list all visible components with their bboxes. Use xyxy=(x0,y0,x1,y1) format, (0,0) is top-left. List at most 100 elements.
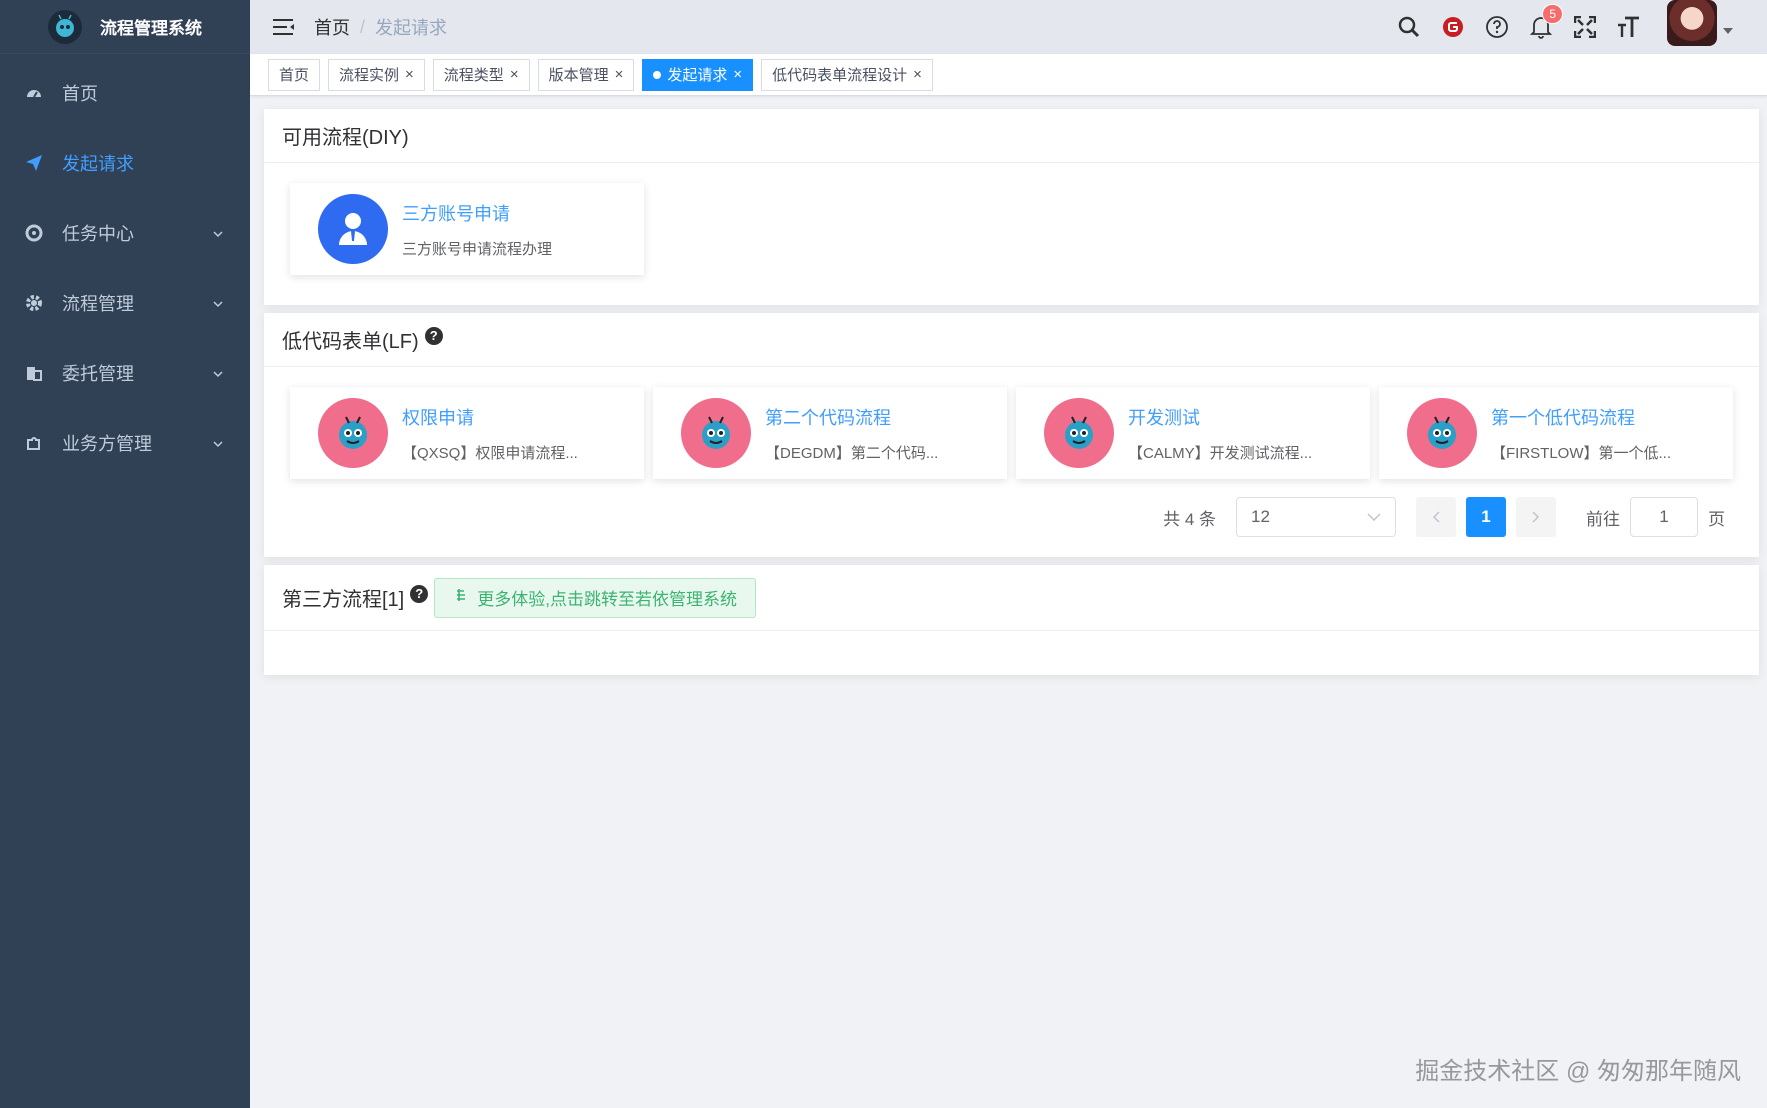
logo-icon xyxy=(48,9,82,44)
help-icon[interactable]: ? xyxy=(410,584,429,603)
chevron-down-icon xyxy=(212,224,224,245)
tag-start-request[interactable]: 发起请求 × xyxy=(642,58,754,91)
page-size-select[interactable]: 12 xyxy=(1236,497,1396,537)
active-dot-icon xyxy=(653,70,662,79)
tag-version-mgmt[interactable]: 版本管理 × xyxy=(537,58,635,91)
process-list: 三方账号申请 三方账号申请流程办理 xyxy=(290,183,1733,275)
tag-process-type[interactable]: 流程类型 × xyxy=(432,58,530,91)
third-party-section: 第三方流程[1] ? 更多体验,点击跳转至若依管理系统 xyxy=(264,565,1759,675)
section-title: 可用流程(DIY) xyxy=(264,109,1759,163)
sidebar-item-label: 委托管理 xyxy=(62,364,134,384)
close-icon[interactable]: × xyxy=(510,66,519,83)
page-size-value: 12 xyxy=(1251,507,1270,526)
tag-label: 首页 xyxy=(279,67,310,84)
chevron-down-icon xyxy=(212,364,224,385)
tag-label: 版本管理 xyxy=(548,67,609,84)
sidebar-item-delegate-mgmt[interactable]: 委托管理 xyxy=(0,338,250,408)
process-title: 开发测试 xyxy=(1128,407,1200,428)
goto-page-input[interactable]: 1 xyxy=(1630,497,1698,537)
breadcrumb-separator: / xyxy=(360,16,366,37)
process-title: 第二个代码流程 xyxy=(765,407,891,428)
process-desc: 【CALMY】开发测试流程... xyxy=(1128,444,1313,462)
section-title-text: 第三方流程[1] xyxy=(282,589,405,611)
pagination-jumper: 前往 1 页 xyxy=(1586,497,1725,537)
user-menu[interactable] xyxy=(1667,0,1733,54)
chevron-down-icon xyxy=(1367,507,1381,527)
paper-plane-icon xyxy=(24,153,44,173)
font-size-icon[interactable] xyxy=(1607,5,1651,49)
process-card[interactable]: 权限申请 【QXSQ】权限申请流程... xyxy=(290,387,644,479)
navbar: 首页 / 发起请求 5 xyxy=(250,0,1767,54)
process-title: 三方账号申请 xyxy=(402,203,510,224)
tag-process-instance[interactable]: 流程实例 × xyxy=(328,58,425,91)
puzzle-icon xyxy=(24,433,44,453)
notification-bell-icon[interactable]: 5 xyxy=(1519,4,1563,49)
fullscreen-icon[interactable] xyxy=(1563,5,1607,49)
watermark: 掘金技术社区 @ 匆匆那年随风 xyxy=(1415,1058,1741,1085)
sidebar-item-label: 流程管理 xyxy=(62,294,134,314)
jump-ruoyi-label: 更多体验,点击跳转至若依管理系统 xyxy=(477,590,737,609)
process-card[interactable]: 开发测试 【CALMY】开发测试流程... xyxy=(1016,387,1370,479)
tag-label: 发起请求 xyxy=(667,67,728,84)
process-desc: 【QXSQ】权限申请流程... xyxy=(402,444,578,462)
chevron-down-icon xyxy=(212,294,224,315)
process-card-text: 开发测试 【CALMY】开发测试流程... xyxy=(1128,404,1312,463)
process-desc: 【DEGDM】第二个代码... xyxy=(765,444,939,462)
section-body xyxy=(264,631,1759,675)
process-title: 权限申请 xyxy=(402,407,474,428)
pagination: 共 4 条 12 1 前往 1 页 xyxy=(290,497,1733,537)
breadcrumb-home[interactable]: 首页 xyxy=(314,14,350,40)
sidebar-item-task-center[interactable]: 任务中心 xyxy=(0,198,250,268)
tag-lowcode-design[interactable]: 低代码表单流程设计 × xyxy=(761,58,933,91)
app-logo[interactable]: 流程管理系统 xyxy=(0,0,250,54)
close-icon[interactable]: × xyxy=(913,66,922,83)
process-card[interactable]: 三方账号申请 三方账号申请流程办理 xyxy=(290,183,644,275)
process-card-text: 三方账号申请 三方账号申请流程办理 xyxy=(402,200,552,259)
sidebar-item-business-mgmt[interactable]: 业务方管理 xyxy=(0,408,250,478)
section-title: 低代码表单(LF) ? xyxy=(264,313,1759,367)
robot-mascot-icon xyxy=(1407,398,1477,468)
close-icon[interactable]: × xyxy=(615,66,624,83)
gitee-icon[interactable] xyxy=(1431,5,1475,49)
section-body: 三方账号申请 三方账号申请流程办理 xyxy=(264,163,1759,305)
hamburger-icon[interactable] xyxy=(272,15,296,39)
sidebar: 流程管理系统 首页 发起请求 任务中心 流程管理 委托管理 业务方管理 xyxy=(0,0,250,1108)
close-icon[interactable]: × xyxy=(405,66,414,83)
tag-home[interactable]: 首页 xyxy=(268,58,321,91)
section-body: 权限申请 【QXSQ】权限申请流程... 第二个代码流程 【DEGDM】第二个代… xyxy=(264,367,1759,557)
app-title: 流程管理系统 xyxy=(100,19,202,38)
jump-ruoyi-button[interactable]: 更多体验,点击跳转至若依管理系统 xyxy=(434,577,756,618)
help-icon[interactable]: ? xyxy=(424,326,443,345)
avatar[interactable] xyxy=(1667,0,1717,46)
chevron-down-icon xyxy=(212,434,224,455)
sidebar-item-label: 任务中心 xyxy=(62,224,134,244)
tag-label: 流程实例 xyxy=(339,67,400,84)
next-page-button[interactable] xyxy=(1516,497,1556,537)
process-card[interactable]: 第二个代码流程 【DEGDM】第二个代码... xyxy=(653,387,1007,479)
process-card-text: 权限申请 【QXSQ】权限申请流程... xyxy=(402,404,578,463)
gear-icon xyxy=(24,293,44,313)
breadcrumb-current: 发起请求 xyxy=(375,18,448,38)
search-icon[interactable] xyxy=(1387,5,1431,49)
pagination-total: 共 4 条 xyxy=(1163,509,1216,529)
section-title-text: 低代码表单(LF) xyxy=(282,331,419,353)
sidebar-item-process-mgmt[interactable]: 流程管理 xyxy=(0,268,250,338)
sidebar-item-start-request[interactable]: 发起请求 xyxy=(0,128,250,198)
delegate-icon xyxy=(24,363,44,383)
user-icon xyxy=(318,194,388,264)
section-title-text: 可用流程(DIY) xyxy=(282,127,409,149)
page-number-button[interactable]: 1 xyxy=(1466,497,1506,537)
notification-badge: 5 xyxy=(1542,4,1563,24)
dashboard-icon xyxy=(24,83,44,103)
help-icon[interactable] xyxy=(1475,5,1519,49)
tag-label: 流程类型 xyxy=(443,67,504,84)
process-card-text: 第二个代码流程 【DEGDM】第二个代码... xyxy=(765,404,938,463)
sidebar-item-home[interactable]: 首页 xyxy=(0,58,250,128)
tag-label: 低代码表单流程设计 xyxy=(772,67,908,84)
prev-page-button[interactable] xyxy=(1416,497,1456,537)
sidebar-item-label: 发起请求 xyxy=(62,154,134,174)
process-title: 第一个低代码流程 xyxy=(1491,407,1635,428)
close-icon[interactable]: × xyxy=(733,66,742,83)
process-card[interactable]: 第一个低代码流程 【FIRSTLOW】第一个低... xyxy=(1379,387,1733,479)
breadcrumb: 首页 / 发起请求 xyxy=(314,14,447,40)
